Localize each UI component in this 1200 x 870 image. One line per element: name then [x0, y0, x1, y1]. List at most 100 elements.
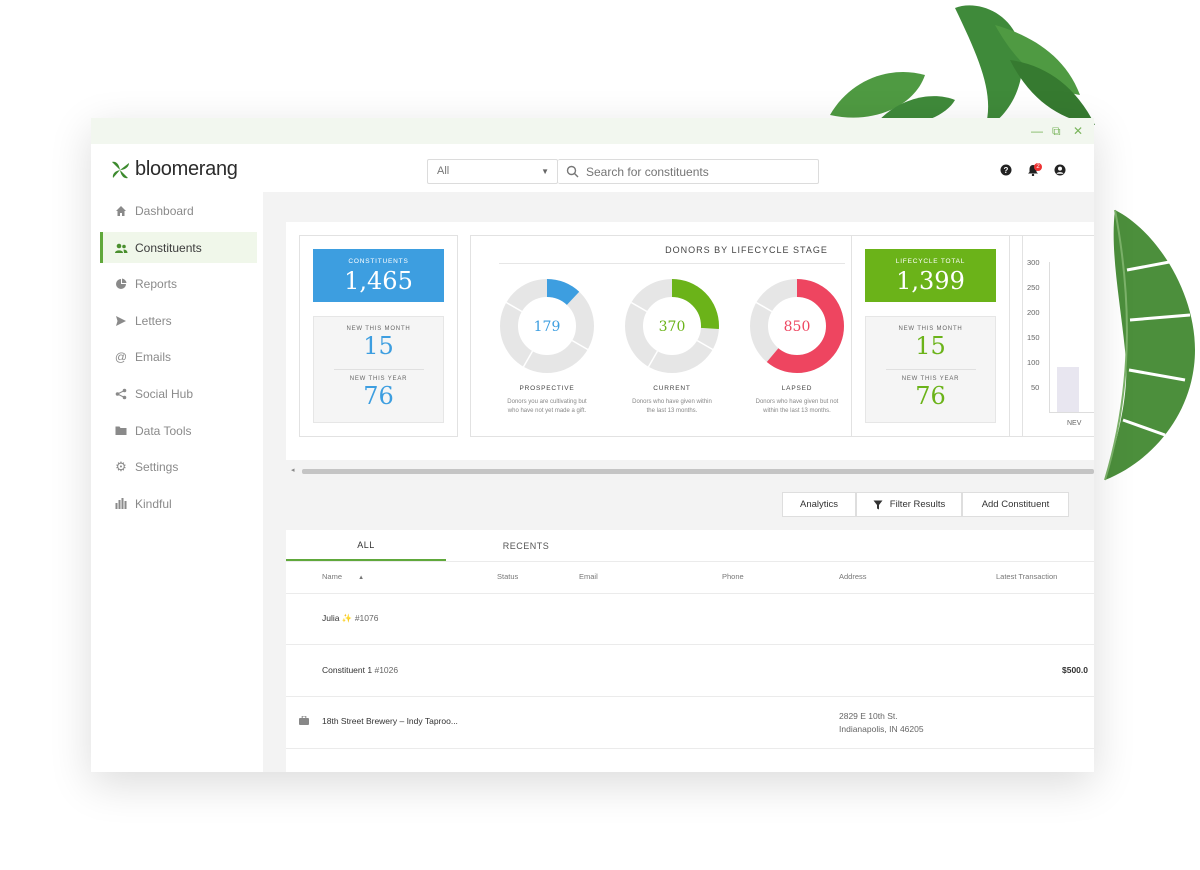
mini-chart-card: 300 250 200 150 100 50 NEV [1022, 235, 1094, 437]
search-scope-select[interactable]: All ▼ [427, 159, 558, 184]
donut-lapsed[interactable]: 850 [747, 276, 847, 376]
bars-icon [114, 497, 128, 511]
scroll-left-icon[interactable]: ◂ [291, 466, 295, 474]
svg-text:?: ? [1004, 166, 1009, 175]
brand-name: bloomerang [135, 158, 238, 180]
sidebar-item-label: Data Tools [135, 423, 192, 438]
filter-results-button[interactable]: Filter Results [856, 492, 962, 517]
lapsed-description: Donors who have given but not within the … [755, 399, 839, 414]
divider [286, 593, 1094, 594]
constituents-total: 1,465 [344, 267, 413, 295]
sort-ascending-icon: ▲ [358, 575, 365, 581]
tab-recents[interactable]: RECENTS [446, 530, 606, 561]
current-description: Donors who have given within the last 13 … [632, 399, 712, 414]
column-header-name[interactable]: Name ▲ [322, 572, 364, 581]
constituents-table: ALL RECENTS Name ▲ Status Email Phone Ad… [286, 530, 1094, 772]
filter-icon [873, 500, 883, 509]
folder-icon [114, 424, 128, 438]
search-icon [566, 165, 579, 178]
row-latest-transaction: $500.0 [1062, 665, 1088, 675]
donut-value: 179 [534, 319, 561, 335]
new-this-month-value: 15 [363, 332, 394, 360]
scrollbar-thumb[interactable] [302, 469, 1094, 474]
column-header-email[interactable]: Email [579, 572, 598, 581]
plant-leaves-top [830, 5, 1095, 128]
home-icon [114, 204, 128, 218]
search-input[interactable] [586, 165, 806, 179]
divider [286, 748, 1094, 749]
x-axis [1049, 412, 1094, 413]
caret-down-icon: ▼ [541, 167, 549, 176]
sidebar-item-label: Kindful [135, 496, 172, 511]
sidebar-item-kindful[interactable]: Kindful [100, 488, 257, 519]
sidebar-item-letters[interactable]: Letters [100, 305, 257, 336]
row-id: #1026 [374, 665, 399, 675]
lifecycle-total-label: LIFECYCLE TOTAL [895, 258, 966, 265]
y-tick-250: 250 [1027, 283, 1040, 292]
briefcase-icon [299, 716, 309, 725]
constituents-label: CONSTITUENTS [348, 258, 409, 265]
tab-all[interactable]: ALL [286, 530, 446, 561]
at-icon: @ [114, 349, 128, 364]
column-header-phone[interactable]: Phone [722, 572, 744, 581]
horizontal-scrollbar[interactable]: ◂ [286, 466, 1094, 476]
y-tick-300: 300 [1027, 258, 1040, 267]
brand-logo[interactable]: bloomerang [109, 158, 238, 181]
divider [286, 644, 1094, 645]
row-name: Julia ✨ #1076 [322, 613, 379, 623]
send-icon [114, 314, 128, 328]
y-tick-200: 200 [1027, 308, 1040, 317]
lifecycle-total-card: LIFECYCLE TOTAL 1,399 NEW THIS MONTH 15 … [851, 235, 1010, 437]
sidebar-item-label: Settings [135, 459, 179, 474]
sidebar-item-label: Constituents [135, 240, 202, 255]
constituents-card: CONSTITUENTS 1,465 NEW THIS MONTH 15 NEW… [299, 235, 458, 437]
close-icon[interactable]: ✕ [1073, 124, 1083, 138]
sidebar-item-label: Reports [135, 276, 178, 291]
lifecycle-total-value: 1,399 [896, 267, 965, 295]
donut-prospective[interactable]: 179 [497, 276, 597, 376]
donut-value: 370 [659, 319, 686, 335]
constituents-total-box[interactable]: CONSTITUENTS 1,465 [313, 249, 444, 302]
pie-icon [114, 277, 128, 291]
sidebar-item-settings[interactable]: ⚙ Settings [100, 451, 257, 482]
sidebar-item-dashboard[interactable]: Dashboard [100, 195, 257, 226]
row-id: #1076 [354, 613, 379, 623]
sidebar-item-social-hub[interactable]: Social Hub [100, 378, 257, 409]
stats-panel: CONSTITUENTS 1,465 NEW THIS MONTH 15 NEW… [286, 222, 1094, 460]
add-constituent-button[interactable]: Add Constituent [962, 492, 1069, 517]
sparkle-icon: ✨ [341, 613, 353, 623]
column-header-latest-transaction[interactable]: Latest Transaction [996, 572, 1057, 581]
column-header-address[interactable]: Address [839, 572, 867, 581]
lifecycle-total-box[interactable]: LIFECYCLE TOTAL 1,399 [865, 249, 996, 302]
bloomerang-logo-icon [112, 161, 129, 178]
column-header-status[interactable]: Status [497, 572, 518, 581]
top-bar: bloomerang All ▼ ? 2 [91, 144, 1094, 192]
donut-current[interactable]: 370 [622, 276, 722, 376]
x-tick-label: NEV [1067, 420, 1082, 427]
minimize-icon[interactable]: — [1031, 124, 1043, 138]
y-tick-150: 150 [1027, 333, 1040, 342]
sidebar-item-data-tools[interactable]: Data Tools [100, 415, 257, 446]
stage: — ⧉ ✕ bloomerang All ▼ Search for consti… [0, 0, 1200, 870]
title-bar: — ⧉ ✕ [91, 118, 1094, 144]
sidebar-item-emails[interactable]: @ Emails [100, 341, 257, 372]
search-box[interactable] [558, 159, 819, 184]
row-name: Constituent 1 #1026 [322, 665, 399, 675]
plant-leaf-right [1104, 209, 1195, 481]
y-axis [1049, 262, 1050, 412]
add-constituent-label: Add Constituent [981, 499, 1050, 510]
search-scope-value: All [437, 165, 450, 177]
bar[interactable] [1057, 367, 1079, 412]
divider [886, 369, 976, 370]
row-address: 2829 E 10th St. Indianapolis, IN 46205 [839, 711, 924, 734]
analytics-button[interactable]: Analytics [782, 492, 856, 517]
divider [499, 263, 845, 264]
user-icon[interactable] [1054, 164, 1066, 176]
sidebar-item-label: Emails [135, 349, 172, 364]
prospective-description: Donors you are cultivating but who have n… [507, 399, 587, 414]
sidebar-item-reports[interactable]: Reports [100, 268, 257, 299]
restore-icon[interactable]: ⧉ [1052, 124, 1061, 139]
help-icon[interactable]: ? [1000, 164, 1012, 176]
sidebar-item-constituents[interactable]: Constituents [100, 232, 257, 263]
y-tick-100: 100 [1027, 358, 1040, 367]
